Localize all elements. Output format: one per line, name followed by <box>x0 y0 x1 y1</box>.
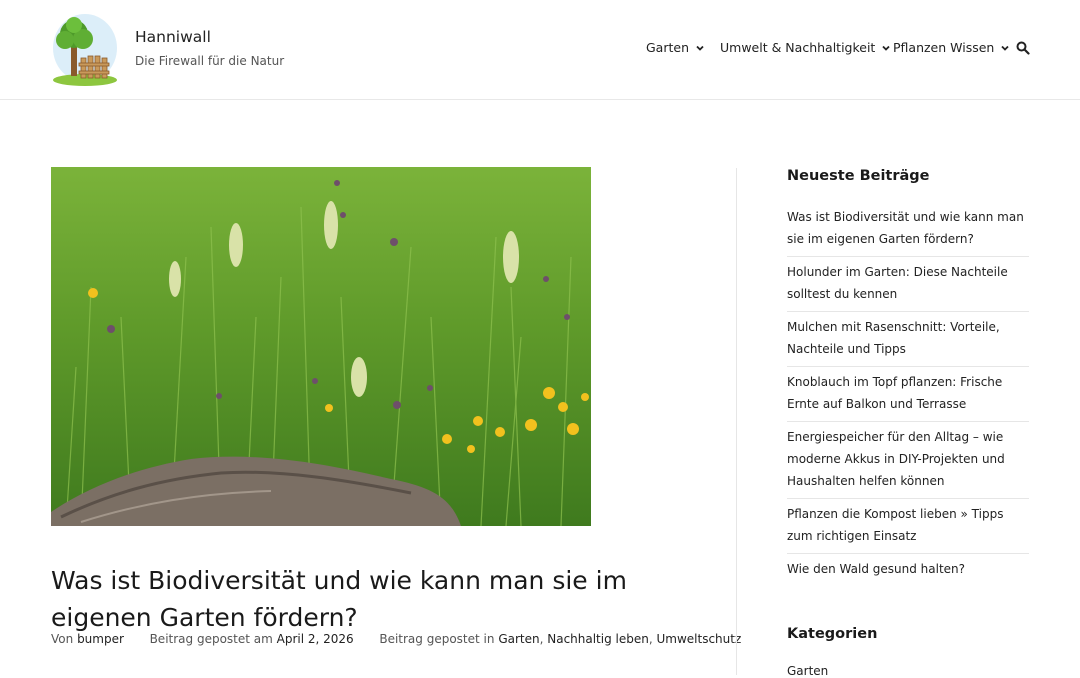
nav-item-label: Umwelt & Nachhaltigkeit <box>720 40 876 55</box>
recent-post-link[interactable]: Holunder im Garten: Diese Nachteile soll… <box>787 257 1029 312</box>
chevron-down-icon <box>882 45 890 51</box>
author-link[interactable]: bumper <box>77 632 124 646</box>
categories-title: Kategorien <box>787 626 878 642</box>
category-link-umweltschutz[interactable]: Umweltschutz <box>657 632 742 646</box>
recent-post-link[interactable]: Pflanzen die Kompost lieben » Tipps zum … <box>787 499 1029 554</box>
post-meta: Von bumper Beitrag gepostet am April 2, … <box>51 632 742 646</box>
nav-item-garten[interactable]: Garten <box>646 40 705 55</box>
featured-image[interactable] <box>51 167 591 526</box>
recent-post-link[interactable]: Mulchen mit Rasenschnitt: Vorteile, Nach… <box>787 312 1029 367</box>
category-prefix: Beitrag gepostet in <box>379 632 495 646</box>
main-navigation: Garten Umwelt & Nachhaltigkeit Pflanzen … <box>0 40 1080 60</box>
author-prefix: Von <box>51 632 74 646</box>
recent-post-link[interactable]: Energiespeicher für den Alltag – wie mod… <box>787 422 1029 499</box>
date-link[interactable]: April 2, 2026 <box>277 632 354 646</box>
recent-post-link[interactable]: Wie den Wald gesund halten? <box>787 554 1029 586</box>
nav-item-pflanzen-wissen[interactable]: Pflanzen Wissen <box>893 40 1010 55</box>
date-prefix: Beitrag gepostet am <box>149 632 273 646</box>
nav-item-label: Pflanzen Wissen <box>893 40 995 55</box>
category-link-garten[interactable]: Garten <box>498 632 539 646</box>
category-item-garten[interactable]: Garten <box>787 664 828 678</box>
search-icon[interactable] <box>1016 41 1030 55</box>
recent-post-link[interactable]: Was ist Biodiversität und wie kann man s… <box>787 202 1029 257</box>
recent-post-link[interactable]: Knoblauch im Topf pflanzen: Frische Ernt… <box>787 367 1029 422</box>
site-header: Hanniwall Die Firewall für die Natur Gar… <box>0 0 1080 100</box>
post-title[interactable]: Was ist Biodiversität und wie kann man s… <box>51 562 691 636</box>
category-link-nachhaltig-leben[interactable]: Nachhaltig leben <box>547 632 649 646</box>
recent-posts-title: Neueste Beiträge <box>787 168 930 184</box>
content-divider <box>736 168 737 675</box>
recent-posts-list: Was ist Biodiversität und wie kann man s… <box>787 202 1029 586</box>
nav-item-label: Garten <box>646 40 689 55</box>
sidebar: Neueste Beiträge Was ist Biodiversität u… <box>787 168 1029 586</box>
chevron-down-icon <box>696 45 704 51</box>
nav-item-umwelt[interactable]: Umwelt & Nachhaltigkeit <box>720 40 891 55</box>
meadow-photo <box>51 167 591 526</box>
chevron-down-icon <box>1001 45 1009 51</box>
